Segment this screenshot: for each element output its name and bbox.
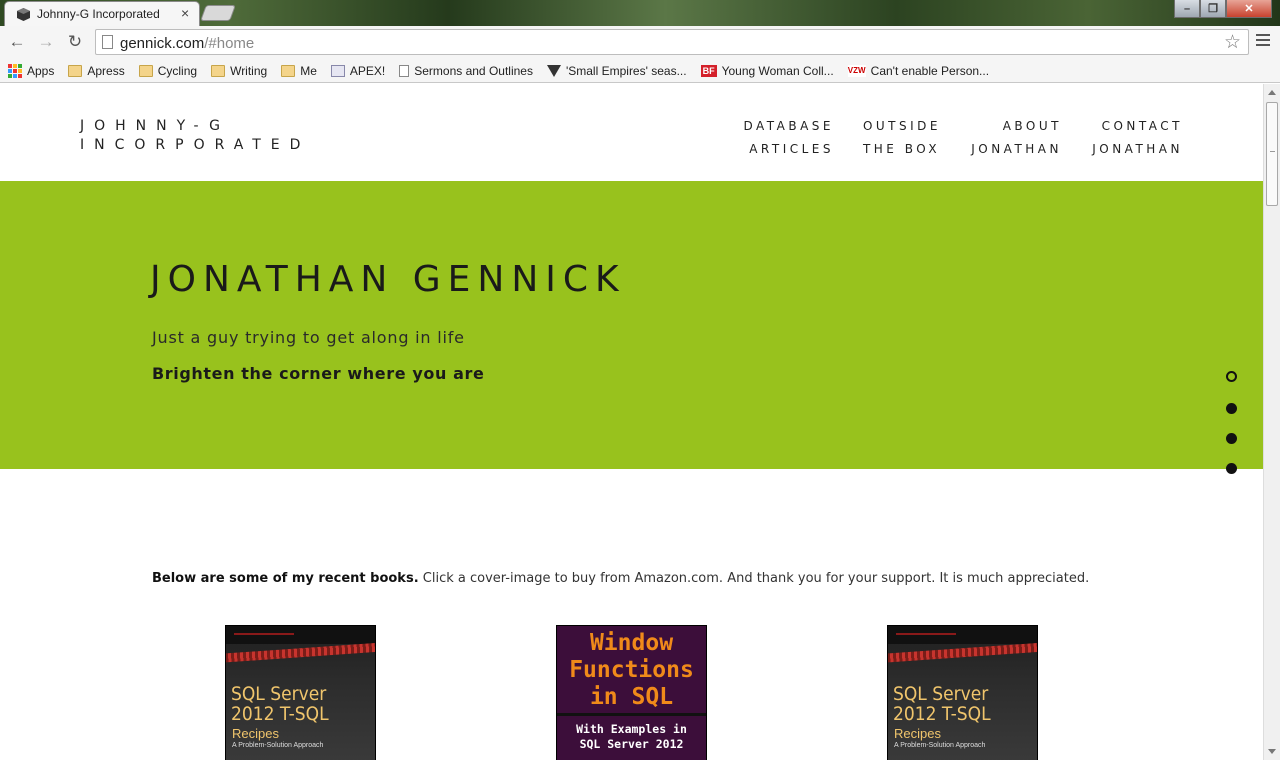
book-subtitle: A Problem-Solution Approach (894, 742, 986, 749)
folder-icon (68, 64, 83, 77)
bookmark-cycling[interactable]: Cycling (138, 64, 197, 78)
book-cover-sql-server-recipes[interactable]: SQL Server 2012 T-SQL Recipes A Problem-S… (887, 625, 1038, 760)
bookmark-small-empires[interactable]: 'Small Empires' seas... (546, 64, 687, 78)
nav-outside-the-box[interactable]: OUTSIDE THE BOX (863, 115, 941, 161)
bookmark-apex[interactable]: APEX! (330, 64, 385, 78)
bookmark-writing[interactable]: Writing (211, 64, 267, 78)
nav-database-articles[interactable]: DATABASE ARTICLES (743, 115, 834, 161)
hero-banner: JONATHAN GENNICK Just a guy trying to ge… (0, 181, 1263, 469)
window-controls: – ❐ ✕ (1174, 0, 1272, 18)
bookmark-sermons[interactable]: Sermons and Outlines (399, 64, 533, 78)
window-titlebar: Johnny-G Incorporated × – ❐ ✕ (0, 0, 1280, 26)
slide-dot[interactable] (1226, 463, 1237, 474)
book-subtitle: With Examples in SQL Server 2012 (576, 722, 687, 751)
bookmark-apps[interactable]: Apps (8, 63, 54, 78)
minimize-button[interactable]: – (1174, 0, 1200, 18)
hero-name: JONATHAN GENNICK (150, 259, 626, 300)
books-intro: Below are some of my recent books. Click… (152, 571, 1090, 586)
verge-icon (546, 64, 561, 77)
bookmark-apress[interactable]: Apress (68, 64, 125, 78)
maximize-button[interactable]: ❐ (1200, 0, 1226, 18)
folder-icon (138, 64, 153, 77)
folder-icon (211, 64, 226, 77)
tab-close-icon[interactable]: × (181, 5, 189, 21)
bookmark-me[interactable]: Me (281, 64, 317, 78)
folder-icon (281, 64, 296, 77)
book-title: Window Functions in SQL (569, 630, 694, 710)
book-title-recipes: Recipes (232, 726, 279, 741)
menu-hamburger-icon[interactable] (1256, 34, 1270, 49)
address-bar[interactable]: gennick.com/#home ☆ (95, 29, 1249, 55)
new-tab-button[interactable] (200, 5, 236, 21)
bookmarks-bar: Apps Apress Cycling Writing Me APEX! Ser… (0, 59, 1280, 83)
slide-dot[interactable] (1226, 403, 1237, 414)
apps-grid-icon (8, 63, 22, 78)
slide-dot-active[interactable] (1226, 371, 1237, 382)
site-favicon-icon (17, 8, 30, 21)
bookmark-young-woman[interactable]: BF Young Woman Coll... (700, 64, 834, 78)
book-cover-window-functions[interactable]: Window Functions in SQL With Examples in SQ… (556, 625, 707, 760)
url-text[interactable]: gennick.com/#home (120, 35, 254, 52)
slide-dot[interactable] (1226, 433, 1237, 444)
document-icon (399, 64, 410, 77)
apex-icon (330, 64, 345, 77)
hero-tagline: Just a guy trying to get along in life (152, 328, 465, 347)
book-cover-sql-server-recipes[interactable]: SQL Server 2012 T-SQL Recipes A Problem-S… (225, 625, 376, 760)
book-title-recipes: Recipes (894, 726, 941, 741)
page-scrollbar[interactable] (1263, 84, 1280, 760)
bf-icon: BF (700, 64, 717, 77)
book-title: SQL Server 2012 T-SQL (893, 683, 991, 725)
nav-about-jonathan[interactable]: ABOUT JONATHAN (971, 115, 1062, 161)
reload-icon[interactable]: ↻ (64, 32, 86, 54)
page-icon (102, 35, 113, 49)
scroll-down-arrow-icon[interactable] (1268, 749, 1276, 754)
book-title: SQL Server 2012 T-SQL (231, 683, 329, 725)
scroll-up-arrow-icon[interactable] (1268, 90, 1276, 95)
forward-arrow-icon[interactable]: → (35, 32, 57, 54)
vzw-icon: VZW (847, 64, 866, 77)
browser-tab[interactable]: Johnny-G Incorporated × (4, 1, 200, 26)
browser-toolbar: ← → ↻ gennick.com/#home ☆ (0, 26, 1280, 59)
close-window-button[interactable]: ✕ (1226, 0, 1272, 18)
nav-contact-jonathan[interactable]: CONTACT JONATHAN (1092, 115, 1183, 161)
page-viewport: JOHNNY-G INCORPORATED DATABASE ARTICLES O… (0, 84, 1263, 760)
back-arrow-icon[interactable]: ← (6, 32, 28, 54)
scroll-thumb[interactable] (1266, 102, 1278, 206)
book-subtitle: A Problem-Solution Approach (232, 742, 324, 749)
tab-title: Johnny-G Incorporated (37, 7, 160, 21)
bookmark-star-icon[interactable]: ☆ (1224, 31, 1241, 54)
hero-motto: Brighten the corner where you are (152, 364, 485, 383)
site-logo[interactable]: JOHNNY-G INCORPORATED (80, 117, 310, 155)
bookmark-cant-enable[interactable]: VZW Can't enable Person... (847, 64, 989, 78)
